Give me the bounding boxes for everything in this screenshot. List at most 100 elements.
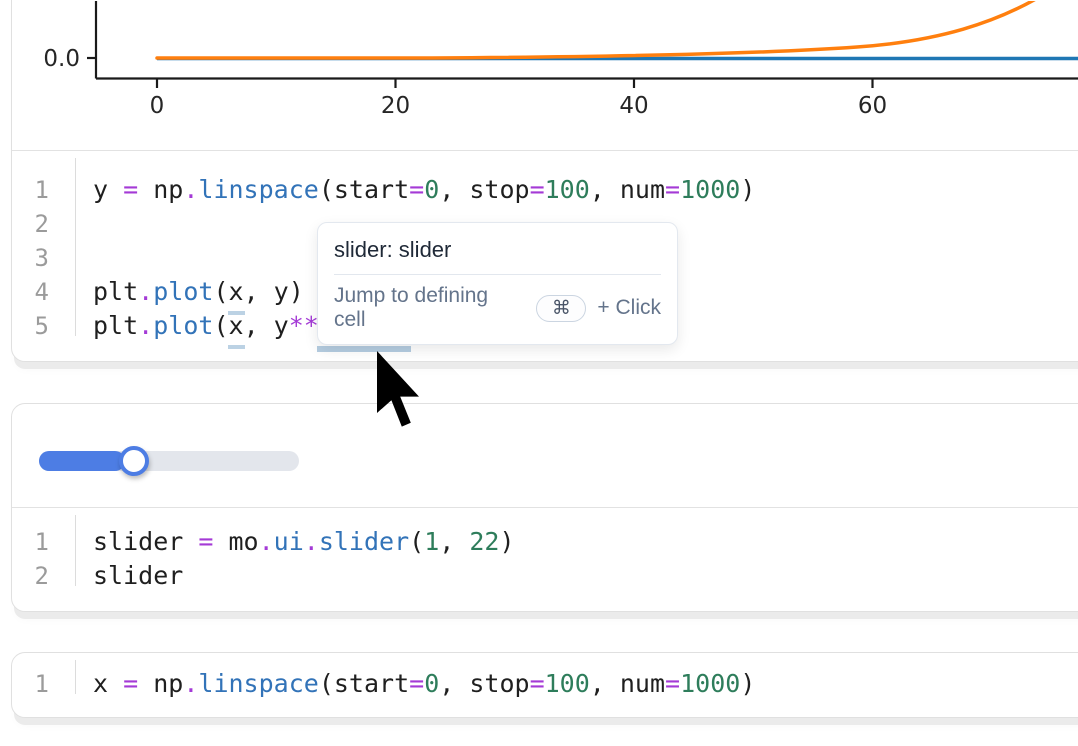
code-token: x: [93, 667, 123, 701]
variable-reference-underlined[interactable]: x: [229, 309, 244, 343]
code-token: 100: [545, 173, 590, 207]
tooltip-hint-text[interactable]: Jump to defining cell: [334, 284, 525, 332]
code-token: .: [138, 275, 153, 309]
mouse-cursor-icon: [375, 351, 425, 437]
tooltip-hint: Jump to defining cell ⌘ + Click: [334, 284, 661, 332]
code-text[interactable]: [75, 207, 93, 241]
code-token: 0: [424, 667, 439, 701]
slider-output: [12, 404, 1078, 508]
code-token: =: [409, 667, 424, 701]
code-text[interactable]: slider = mo.ui.slider(1, 22): [75, 525, 515, 559]
code-token: np: [138, 173, 183, 207]
line-number: 1: [12, 173, 75, 207]
code-token: 1: [424, 525, 439, 559]
command-key-icon: ⌘: [536, 295, 586, 322]
marimo-notebook: 0.0 0 20 40 60 1y = np.linspace(start=0,…: [0, 0, 1078, 746]
code-token: y: [93, 173, 123, 207]
code-token: 1000: [680, 173, 740, 207]
code-token: 100: [545, 667, 590, 701]
y-tick-label: 0.0: [43, 46, 80, 72]
code-token: .: [183, 667, 198, 701]
code-token: plt: [93, 309, 138, 343]
code-token: **: [289, 309, 319, 343]
code-text[interactable]: x = np.linspace(start=0, stop=100, num=1…: [75, 667, 755, 701]
line-number: 4: [12, 275, 75, 309]
code-text[interactable]: slider: [75, 559, 183, 593]
code-editor[interactable]: 1x = np.linspace(start=0, stop=100, num=…: [12, 653, 1078, 701]
code-token: ): [740, 173, 755, 207]
line-number: 3: [12, 241, 75, 275]
code-token: (: [409, 525, 424, 559]
code-token: 1000: [680, 667, 740, 701]
code-token: slider: [93, 559, 183, 593]
code-token: linspace: [198, 667, 318, 701]
code-token: ui: [274, 525, 304, 559]
code-token: np: [138, 667, 183, 701]
code-token: =: [409, 173, 424, 207]
code-token: .: [259, 525, 274, 559]
code-token: plot: [153, 309, 213, 343]
code-token: ): [740, 667, 755, 701]
code-token: (: [213, 275, 228, 309]
x-tick-label: 20: [381, 93, 410, 119]
plot-output: 0.0 0 20 40 60: [12, 0, 1078, 151]
code-token: mo: [213, 525, 258, 559]
code-token: , stop: [439, 667, 529, 701]
variable-reference-underlined[interactable]: x: [229, 275, 244, 309]
code-line[interactable]: 2 slider: [12, 559, 1078, 593]
code-token: slider: [319, 525, 409, 559]
line-number: 2: [12, 559, 75, 593]
code-token: ): [499, 525, 514, 559]
code-token: (start: [319, 173, 409, 207]
code-token: .: [304, 525, 319, 559]
code-token: =: [665, 173, 680, 207]
code-line[interactable]: 1y = np.linspace(start=0, stop=100, num=…: [12, 173, 1078, 207]
tooltip-title: slider: slider: [334, 237, 661, 263]
code-text[interactable]: [75, 241, 93, 275]
code-token: =: [198, 525, 213, 559]
code-token: ,: [439, 525, 469, 559]
code-token: , stop: [439, 173, 529, 207]
code-token: .: [183, 173, 198, 207]
line-number: 1: [12, 525, 75, 559]
slider-fill: [39, 451, 125, 471]
code-token: (start: [319, 667, 409, 701]
code-token: =: [123, 667, 138, 701]
tooltip-hint-suffix: + Click: [597, 296, 661, 320]
x-tick-label: 0: [150, 93, 165, 119]
cell-slider: 1slider = mo.ui.slider(1, 22)2slider: [11, 403, 1078, 612]
code-token: linspace: [198, 173, 318, 207]
gutter-divider: [75, 515, 76, 586]
line-series-orange: [157, 1, 1046, 58]
code-token: slider: [93, 525, 198, 559]
code-token: =: [665, 667, 680, 701]
code-token: plot: [153, 275, 213, 309]
code-token: (: [213, 309, 228, 343]
code-token: , num: [590, 667, 665, 701]
code-token: , y: [244, 309, 289, 343]
code-line[interactable]: 1slider = mo.ui.slider(1, 22): [12, 525, 1078, 559]
slider-handle[interactable]: [119, 446, 149, 476]
line-number: 2: [12, 207, 75, 241]
x-tick-label: 60: [858, 93, 887, 119]
code-token: 0: [424, 173, 439, 207]
code-token: =: [530, 667, 545, 701]
code-text[interactable]: y = np.linspace(start=0, stop=100, num=1…: [75, 173, 755, 207]
code-token: 22: [469, 525, 499, 559]
slider-widget[interactable]: [39, 446, 329, 476]
code-token: =: [123, 173, 138, 207]
variable-tooltip: slider: slider Jump to defining cell ⌘ +…: [317, 222, 678, 345]
line-number: 1: [12, 667, 75, 701]
code-text[interactable]: plt.plot(x, y): [75, 275, 304, 309]
code-token: .: [138, 309, 153, 343]
code-token: , y): [244, 275, 304, 309]
slider-track[interactable]: [39, 451, 299, 471]
code-token: plt: [93, 275, 138, 309]
x-tick-label: 40: [619, 93, 648, 119]
code-editor[interactable]: 1slider = mo.ui.slider(1, 22)2slider: [12, 508, 1078, 593]
code-line[interactable]: 1x = np.linspace(start=0, stop=100, num=…: [12, 667, 1078, 701]
line-number: 5: [12, 309, 75, 343]
gutter-divider: [75, 158, 76, 336]
code-token: , num: [590, 173, 665, 207]
gutter-divider: [75, 660, 76, 694]
